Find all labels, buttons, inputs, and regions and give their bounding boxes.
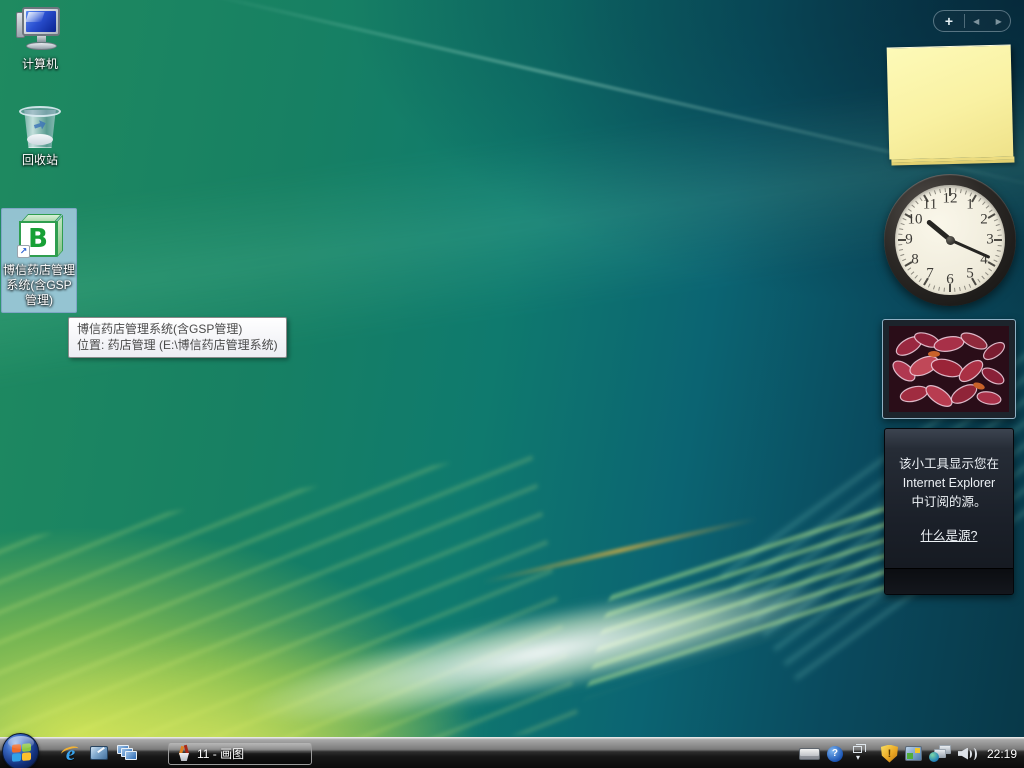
- clock-numeral: 8: [911, 252, 919, 269]
- quick-launch-bar: e: [60, 743, 137, 764]
- keyboard-icon[interactable]: [799, 748, 820, 760]
- tray-clock[interactable]: 22:19: [985, 747, 1017, 761]
- shortcut-tooltip: 博信药店管理系统(含GSP管理) 位置: 药店管理 (E:\博信药店管理系统): [68, 317, 287, 358]
- taskbar-button-label: 11 - 画图: [197, 745, 244, 762]
- notes-gadget[interactable]: [887, 45, 1014, 160]
- clock-numeral: 1: [966, 197, 974, 214]
- language-options-arrow-icon: ▾: [856, 754, 860, 762]
- clock-numeral: 7: [926, 266, 934, 283]
- slideshow-gadget[interactable]: [882, 319, 1016, 419]
- start-button[interactable]: [2, 733, 39, 768]
- clock-gadget[interactable]: 12 1 2 3 4 5 6 7 8 9 10 11: [884, 174, 1016, 306]
- security-alert-icon[interactable]: !: [881, 745, 898, 763]
- language-bar-controls[interactable]: ▾: [850, 743, 866, 765]
- desktop-icon-computer[interactable]: 计算机: [2, 6, 78, 72]
- restore-language-bar-icon: [853, 746, 862, 753]
- desktop-icon-pharmacy-shortcut[interactable]: B ↗ 博信药店管理 系统(含GSP 管理): [1, 208, 77, 313]
- sidebar-gadget-controls: + ◀ ▶: [933, 10, 1011, 32]
- app-letter: B: [28, 224, 48, 254]
- clock-numeral: 10: [908, 212, 923, 229]
- what-is-a-feed-link[interactable]: 什么是源?: [921, 527, 978, 546]
- clock-numeral: 12: [943, 191, 958, 208]
- taskbar-button-paint[interactable]: 11 - 画图: [168, 742, 312, 765]
- show-desktop-icon: [90, 746, 108, 760]
- computer-icon-label: 计算机: [2, 57, 78, 72]
- ie-ring-icon: [60, 744, 80, 758]
- clock-numeral: 9: [905, 232, 913, 249]
- clock-numeral: 11: [923, 197, 937, 214]
- feed-headlines-gadget[interactable]: 该小工具显示您在 Internet Explorer 中订阅的源。 什么是源?: [884, 428, 1014, 595]
- prev-page-button[interactable]: ◀: [965, 17, 988, 26]
- internet-explorer-button[interactable]: e: [60, 743, 81, 764]
- wallpaper-glow: [0, 553, 579, 768]
- desktop-icon-recycle-bin[interactable]: 回收站: [2, 102, 78, 168]
- feed-footer-bar: [885, 568, 1013, 594]
- paint-icon: [176, 746, 191, 761]
- wallpaper-orange-streak: [483, 517, 757, 585]
- clock-numeral: 6: [946, 272, 954, 289]
- recycle-bin-icon-label: 回收站: [2, 153, 78, 168]
- pharmacy-shortcut-label: 博信药店管理 系统(含GSP 管理): [3, 263, 75, 308]
- sidebar-tray-icon[interactable]: [905, 746, 922, 761]
- clock-numeral: 5: [966, 266, 974, 283]
- wallpaper-rays: [0, 448, 580, 768]
- desktop: 计算机 回收站 B ↗ 博信药店管理 系统(含GSP 管理) 博信药店管理系统(…: [0, 0, 1024, 768]
- clock-numeral: 3: [986, 232, 994, 249]
- clock-hub: [946, 236, 955, 245]
- switch-windows-icon: [117, 745, 137, 762]
- feed-description: 该小工具显示您在 Internet Explorer 中订阅的源。: [893, 455, 1005, 511]
- recycle-bin-icon: [16, 102, 64, 150]
- system-tray: ? ▾ ! 22:19: [799, 738, 1024, 768]
- switch-windows-button[interactable]: [116, 743, 137, 764]
- clock-numeral: 2: [980, 212, 988, 229]
- add-gadget-button[interactable]: +: [934, 13, 964, 29]
- wallpaper-green-streaks: [584, 487, 925, 699]
- next-page-button[interactable]: ▶: [988, 17, 1011, 26]
- network-icon[interactable]: [929, 745, 951, 762]
- slideshow-photo-leaves: [889, 326, 1009, 412]
- volume-icon[interactable]: [958, 746, 978, 762]
- tooltip-title: 博信药店管理系统(含GSP管理): [77, 321, 278, 337]
- clock-face: 12 1 2 3 4 5 6 7 8 9 10 11: [895, 185, 1005, 295]
- tooltip-location: 位置: 药店管理 (E:\博信药店管理系统): [77, 337, 278, 353]
- help-icon[interactable]: ?: [827, 746, 843, 762]
- pharmacy-app-icon: B ↗: [15, 212, 63, 260]
- show-desktop-button[interactable]: [88, 743, 109, 764]
- computer-icon: [16, 6, 64, 54]
- windows-flag-icon: [12, 743, 31, 762]
- taskbar: e 11 - 画图 ? ▾ !: [0, 737, 1024, 768]
- shortcut-arrow-icon: ↗: [17, 245, 30, 258]
- wallpaper-light-beam: [137, 523, 943, 768]
